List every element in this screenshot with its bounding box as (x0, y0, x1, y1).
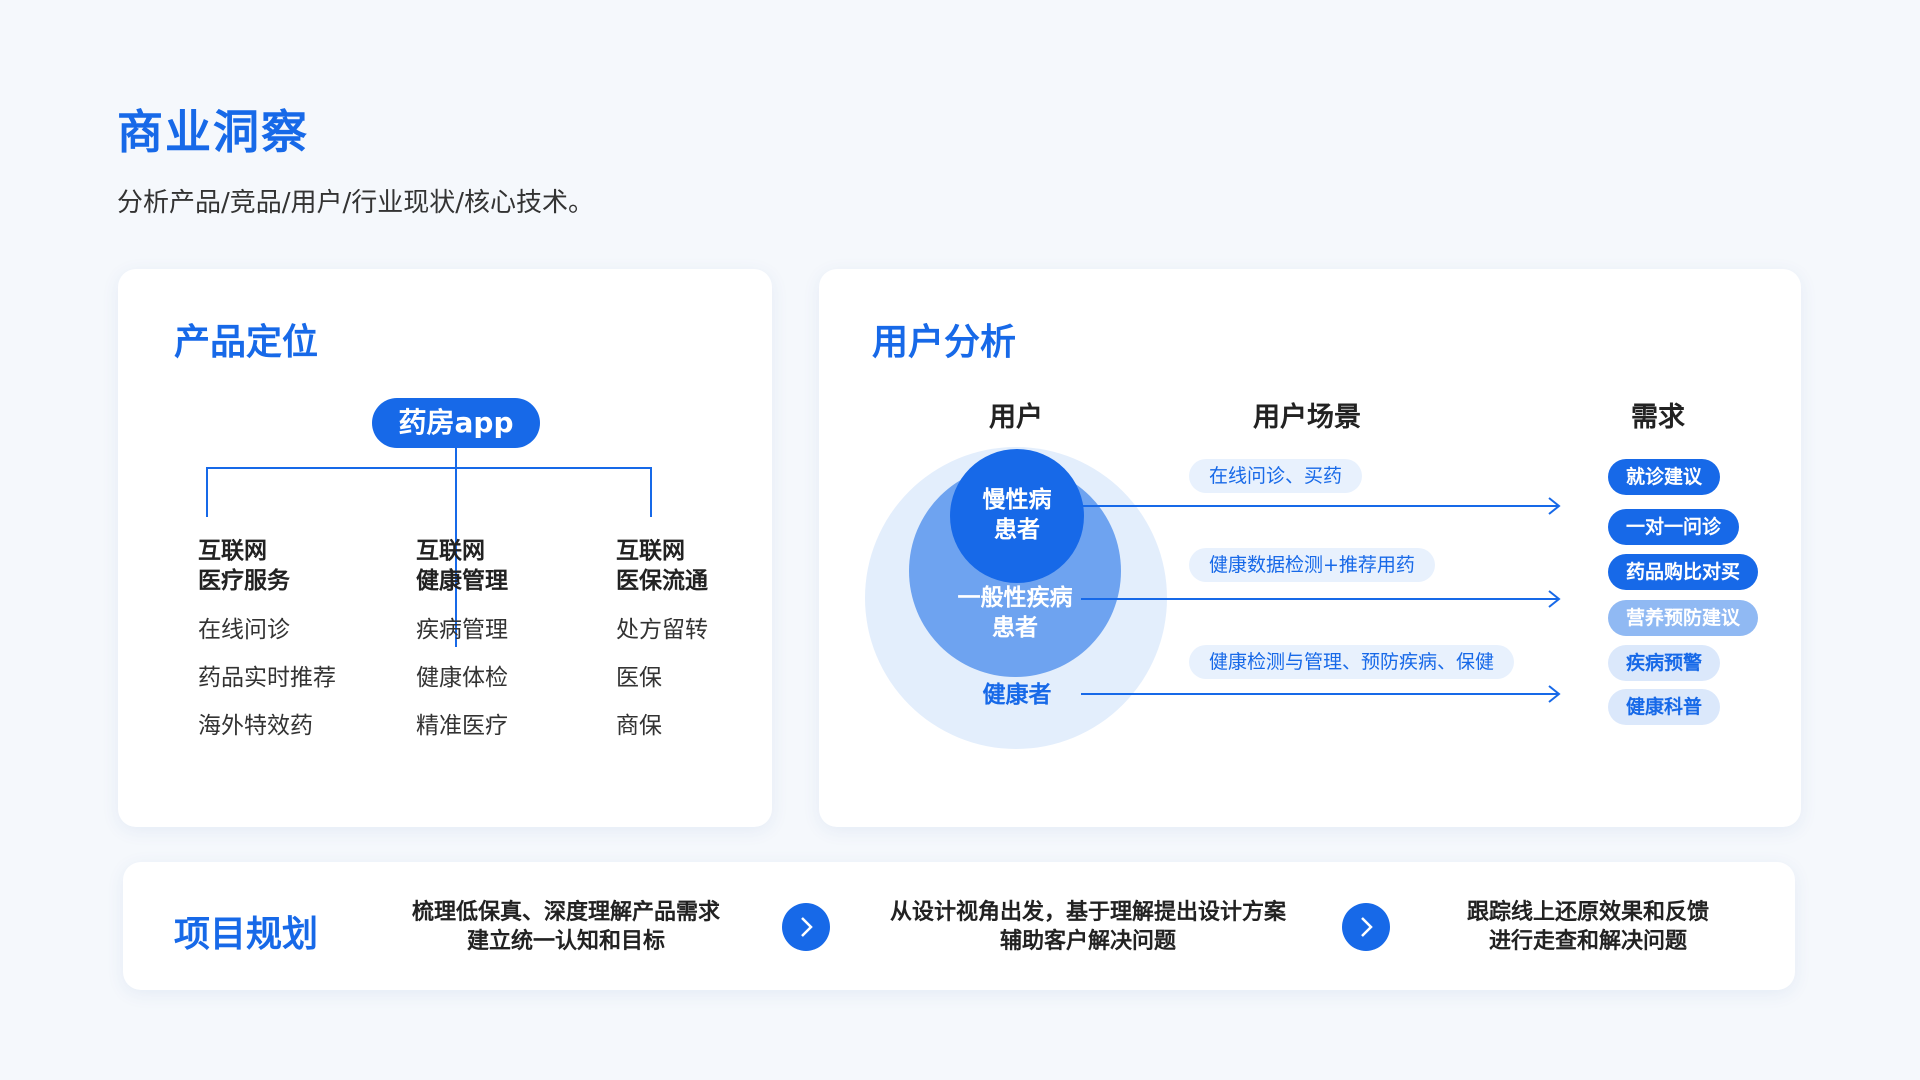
page-subtitle: 分析产品/竞品/用户/行业现状/核心技术。 (117, 188, 595, 218)
chevron-right-icon (1361, 917, 1373, 937)
plan-step-2: 从设计视角出发，基于理解提出设计方案 辅助客户解决问题 (858, 898, 1318, 956)
column-insurance-circulation: 互联网 医保流通 处方留转 医保 商保 (616, 536, 786, 741)
column-item: 疾病管理 (416, 617, 508, 643)
column-item: 处方留转 (616, 617, 708, 643)
column-item: 药品实时推荐 (198, 665, 336, 691)
column-head: 互联网 (616, 538, 685, 564)
plan-step-line: 跟踪线上还原效果和反馈 (1466, 900, 1709, 925)
product-positioning-title: 产品定位 (174, 322, 319, 363)
column-item: 商保 (616, 713, 662, 739)
plan-next-arrow-1 (782, 903, 830, 951)
column-item: 医保 (616, 665, 662, 691)
product-positioning-card: 产品定位 药房app 互联网 医疗服务 在线问诊 药品实时推荐 海外特效药 互联… (118, 269, 772, 827)
need-pill: 药品购比对买 (1608, 554, 1759, 590)
plan-step-line: 进行走查和解决问题 (1488, 929, 1687, 954)
page-title: 商业洞察 (117, 105, 309, 159)
column-item: 在线问诊 (198, 617, 290, 643)
plan-step-line: 建立统一认知和目标 (466, 929, 665, 954)
tree-crossbar (206, 467, 652, 469)
column-medical-service: 互联网 医疗服务 在线问诊 药品实时推荐 海外特效药 (198, 536, 368, 741)
column-head: 医保流通 (616, 568, 708, 594)
column-head: 互联网 (198, 538, 267, 564)
tree-branch-left (206, 467, 208, 517)
plan-step-line: 辅助客户解决问题 (999, 929, 1176, 954)
need-pill: 就诊建议 (1608, 459, 1721, 495)
tree-branch-right (650, 467, 652, 517)
user-analysis-card: 用户分析 用户 用户场景 需求 慢性病 患者 一般性疾病 患者 健康者 在线问诊… (819, 269, 1801, 827)
column-item: 精准医疗 (416, 713, 508, 739)
need-pill: 一对一问诊 (1608, 509, 1740, 545)
plan-step-1: 梳理低保真、深度理解产品需求 建立统一认知和目标 (391, 898, 741, 956)
plan-step-line: 从设计视角出发，基于理解提出设计方案 (889, 900, 1286, 925)
scene-arrows (1081, 497, 1561, 703)
plan-step-3: 跟踪线上还原效果和反馈 进行走查和解决问题 (1428, 898, 1748, 956)
column-item: 健康体检 (416, 665, 508, 691)
need-pill: 疾病预警 (1608, 645, 1721, 681)
root-node-pill: 药房app (372, 398, 540, 448)
column-head: 互联网 (416, 538, 485, 564)
chevron-right-icon (801, 917, 813, 937)
plan-step-line: 梳理低保真、深度理解产品需求 (411, 900, 720, 925)
column-item: 海外特效药 (198, 713, 313, 739)
project-planning-title: 项目规划 (174, 914, 319, 955)
page: 商业洞察 分析产品/竞品/用户/行业现状/核心技术。 产品定位 药房app 互联… (0, 0, 1920, 1080)
plan-next-arrow-2 (1342, 903, 1390, 951)
project-planning-card: 项目规划 梳理低保真、深度理解产品需求 建立统一认知和目标 从设计视角出发，基于… (123, 862, 1795, 990)
column-head: 健康管理 (416, 568, 508, 594)
column-health-management: 互联网 健康管理 疾病管理 健康体检 精准医疗 (416, 536, 586, 741)
need-pill: 健康科普 (1608, 689, 1721, 725)
column-head: 医疗服务 (198, 568, 290, 594)
need-pill: 营养预防建议 (1608, 600, 1759, 636)
